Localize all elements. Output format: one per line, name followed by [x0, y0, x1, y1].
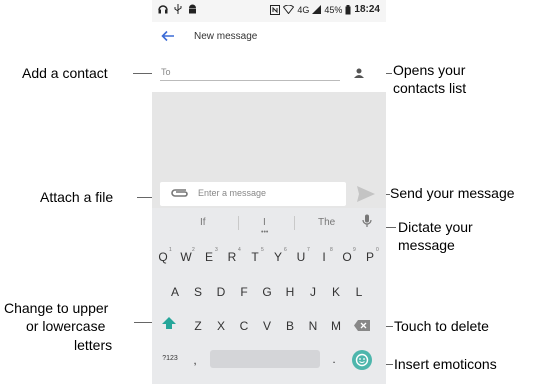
callout-contacts-2: contacts list — [393, 80, 467, 96]
period-key[interactable]: . — [327, 352, 341, 366]
app-toolbar: New message — [152, 22, 386, 52]
key-n[interactable]: N — [306, 319, 320, 333]
symbols-key[interactable]: ?123 — [158, 355, 182, 362]
key-p[interactable]: P — [363, 250, 377, 264]
phone-screen: 4G 45% 18:24 New message To Enter a mess… — [152, 0, 386, 384]
compose-field[interactable]: Enter a message — [160, 182, 346, 206]
smiley-icon — [355, 353, 369, 367]
key-hint-3: 3 — [215, 247, 218, 253]
key-o[interactable]: O — [340, 250, 354, 264]
callout-case-2: or lowercase — [26, 318, 106, 334]
key-x[interactable]: X — [214, 319, 228, 333]
key-v[interactable]: V — [260, 319, 274, 333]
headset-icon — [158, 5, 168, 14]
space-bar[interactable] — [210, 350, 320, 368]
key-hint-2: 2 — [192, 247, 195, 253]
key-hint-1: 1 — [169, 247, 172, 253]
key-k[interactable]: K — [329, 285, 343, 299]
mic-icon[interactable] — [362, 214, 372, 228]
key-u[interactable]: U — [294, 250, 308, 264]
wifi-icon — [283, 5, 295, 14]
key-hint-7: 7 — [307, 247, 310, 253]
usb-icon — [174, 4, 182, 14]
message-input[interactable]: Enter a message — [198, 188, 266, 198]
key-a[interactable]: A — [168, 285, 182, 299]
key-g[interactable]: G — [260, 285, 274, 299]
key-b[interactable]: B — [283, 319, 297, 333]
callout-attach-file: Attach a file — [40, 189, 114, 205]
key-hint-5: 5 — [261, 247, 264, 253]
attachment-icon[interactable] — [170, 187, 190, 199]
message-thread-area — [152, 92, 386, 180]
status-time: 18:24 — [354, 4, 380, 15]
key-hint-9: 9 — [353, 247, 356, 253]
network-type: 4G — [297, 4, 310, 15]
key-hint-4: 4 — [238, 247, 241, 253]
key-s[interactable]: S — [191, 285, 205, 299]
key-z[interactable]: Z — [191, 319, 205, 333]
comma-key[interactable]: , — [188, 353, 202, 367]
callout-dictate-1: Dictate your — [398, 219, 473, 235]
compose-bar: Enter a message — [152, 180, 386, 208]
suggestion-1[interactable]: If — [200, 217, 206, 228]
backspace-icon[interactable] — [354, 320, 370, 331]
key-t[interactable]: T — [248, 250, 262, 264]
keyboard: If I ••• The Q W E R T Y U I O P 1 2 3 4… — [152, 208, 386, 384]
page-title: New message — [194, 31, 258, 42]
suggestion-divider — [294, 216, 295, 230]
send-icon[interactable] — [356, 185, 376, 203]
callout-delete: Touch to delete — [394, 318, 489, 334]
key-m[interactable]: M — [329, 319, 343, 333]
to-field[interactable]: To — [152, 58, 386, 90]
suggestion-more-dots: ••• — [261, 229, 269, 236]
callout-case-3: letters — [74, 337, 113, 353]
key-r[interactable]: R — [225, 250, 239, 264]
key-j[interactable]: J — [306, 285, 320, 299]
callout-emoticons: Insert emoticons — [394, 356, 497, 372]
key-row-3: Z X C V B N M — [152, 312, 386, 340]
callout-contacts-1: Opens your — [393, 62, 466, 78]
key-e[interactable]: E — [202, 250, 216, 264]
key-row-2: A S D F G H J K L — [152, 278, 386, 306]
key-f[interactable]: F — [237, 285, 251, 299]
suggestion-divider — [238, 216, 239, 230]
callout-send: Send your message — [390, 185, 515, 201]
emoji-button[interactable] — [352, 350, 372, 370]
key-l[interactable]: L — [352, 285, 366, 299]
suggestion-3[interactable]: The — [318, 217, 335, 228]
nfc-icon — [270, 4, 281, 15]
signal-icon — [312, 5, 322, 14]
back-arrow-icon[interactable] — [161, 29, 175, 43]
callout-dictate-2: message — [398, 237, 455, 253]
status-bar: 4G 45% 18:24 — [152, 0, 386, 22]
key-c[interactable]: C — [237, 319, 251, 333]
key-hint-8: 8 — [330, 247, 333, 253]
key-i[interactable]: I — [317, 250, 331, 264]
key-h[interactable]: H — [283, 285, 297, 299]
suggestion-strip: If I ••• The — [152, 208, 386, 236]
key-y[interactable]: Y — [271, 250, 285, 264]
key-d[interactable]: D — [214, 285, 228, 299]
suggestion-2[interactable]: I — [263, 217, 266, 228]
battery-icon — [345, 4, 351, 14]
to-underline — [160, 80, 340, 81]
key-hint-6: 6 — [284, 247, 287, 253]
contacts-icon[interactable] — [353, 67, 365, 79]
to-input[interactable]: To — [161, 67, 171, 77]
key-q[interactable]: Q — [156, 250, 170, 264]
callout-case-1: Change to upper — [4, 300, 109, 316]
callout-add-contact: Add a contact — [22, 65, 108, 81]
key-w[interactable]: W — [179, 250, 193, 264]
battery-percent: 45% — [324, 4, 343, 15]
key-row-1: Q W E R T Y U I O P 1 2 3 4 5 6 7 8 9 0 — [152, 242, 386, 270]
key-hint-0: 0 — [376, 247, 379, 253]
android-icon — [189, 4, 196, 14]
